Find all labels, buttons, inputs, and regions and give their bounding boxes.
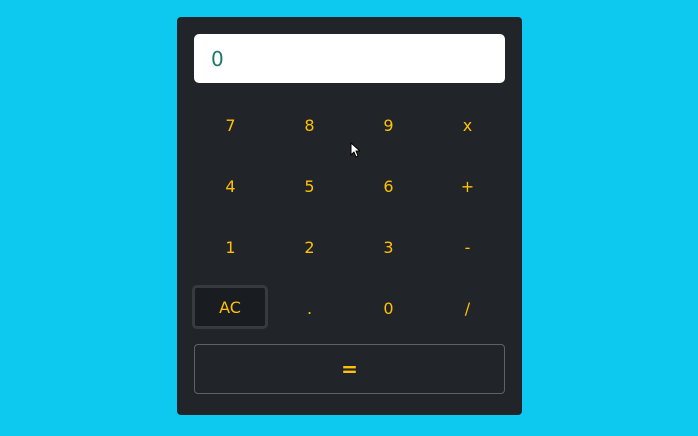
equals-button[interactable]: = — [194, 344, 505, 394]
key-3[interactable]: 3 — [349, 217, 428, 278]
display-value: 0 — [211, 46, 224, 71]
key-plus[interactable]: + — [428, 156, 507, 217]
equals-label: = — [341, 357, 358, 381]
calculator-panel: 0 7 8 9 x 4 5 6 + 1 2 3 - AC . 0 / = — [177, 17, 522, 415]
calculator-display: 0 — [194, 34, 505, 83]
key-all-clear[interactable]: AC — [192, 285, 268, 329]
key-1[interactable]: 1 — [191, 217, 270, 278]
key-decimal[interactable]: . — [270, 278, 349, 339]
key-0[interactable]: 0 — [349, 278, 428, 339]
keypad: 7 8 9 x 4 5 6 + 1 2 3 - AC . 0 / — [191, 95, 507, 340]
key-4[interactable]: 4 — [191, 156, 270, 217]
key-multiply[interactable]: x — [428, 95, 507, 156]
key-7[interactable]: 7 — [191, 95, 270, 156]
key-6[interactable]: 6 — [349, 156, 428, 217]
key-5[interactable]: 5 — [270, 156, 349, 217]
mouse-pointer-icon — [350, 142, 360, 158]
key-minus[interactable]: - — [428, 217, 507, 278]
key-2[interactable]: 2 — [270, 217, 349, 278]
key-8[interactable]: 8 — [270, 95, 349, 156]
key-divide[interactable]: / — [428, 278, 507, 339]
key-9[interactable]: 9 — [349, 95, 428, 156]
